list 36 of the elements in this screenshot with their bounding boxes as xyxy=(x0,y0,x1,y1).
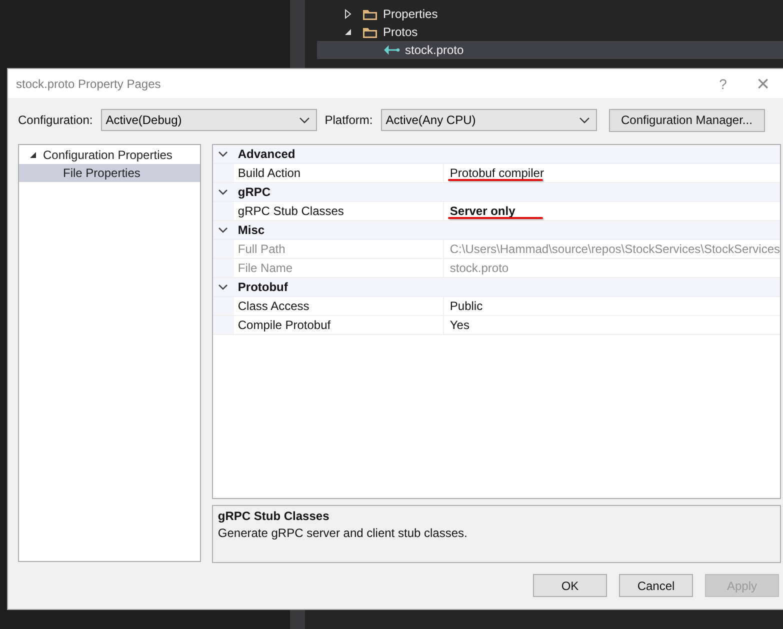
window-title: stock.proto Property Pages xyxy=(16,76,161,90)
expanded-arrow-icon xyxy=(344,28,352,36)
property-value[interactable]: Server only xyxy=(450,204,516,218)
category-heading[interactable]: gRPC xyxy=(234,185,271,199)
platform-dropdown[interactable]: Active(Any CPU) xyxy=(380,109,597,131)
folder-icon xyxy=(362,8,378,20)
property-name: Class Access xyxy=(234,297,444,315)
folder-icon xyxy=(362,26,378,38)
property-name: Compile Protobuf xyxy=(234,316,444,334)
property-value[interactable]: Public xyxy=(450,299,483,313)
solution-item[interactable]: Protos xyxy=(317,23,783,41)
category-heading[interactable]: Advanced xyxy=(234,147,296,161)
property-name: Full Path xyxy=(234,240,444,258)
collapsed-arrow-icon xyxy=(344,9,352,19)
dialog-button[interactable]: Cancel xyxy=(619,574,693,597)
description-text: Generate gRPC server and client stub classes. xyxy=(218,526,468,540)
expanded-arrow-icon xyxy=(29,151,37,159)
property-value[interactable]: Yes xyxy=(450,318,470,332)
property-name: gRPC Stub Classes xyxy=(234,202,444,220)
category-heading[interactable]: Protobuf xyxy=(234,280,288,294)
solution-item[interactable]: Properties xyxy=(317,5,783,23)
tree-item[interactable]: Configuration Properties xyxy=(19,146,200,164)
configuration-dropdown[interactable]: Active(Debug) xyxy=(100,109,317,131)
configuration-label: Configuration: xyxy=(18,113,93,127)
property-name: File Name xyxy=(234,259,444,277)
tree-item[interactable]: File Properties xyxy=(19,164,200,182)
category-heading[interactable]: Misc xyxy=(234,223,265,237)
chevron-icon xyxy=(298,116,310,124)
property-name: Build Action xyxy=(234,164,444,182)
description-title: gRPC Stub Classes xyxy=(218,509,330,523)
solution-item[interactable]: stock.proto xyxy=(317,41,783,59)
platform-label: Platform: xyxy=(324,113,373,127)
file-link-icon xyxy=(384,45,400,55)
dialog-button[interactable]: OK xyxy=(533,574,607,597)
chevron-icon xyxy=(578,116,590,124)
configuration-manager-button[interactable]: Configuration Manager... xyxy=(608,108,765,132)
